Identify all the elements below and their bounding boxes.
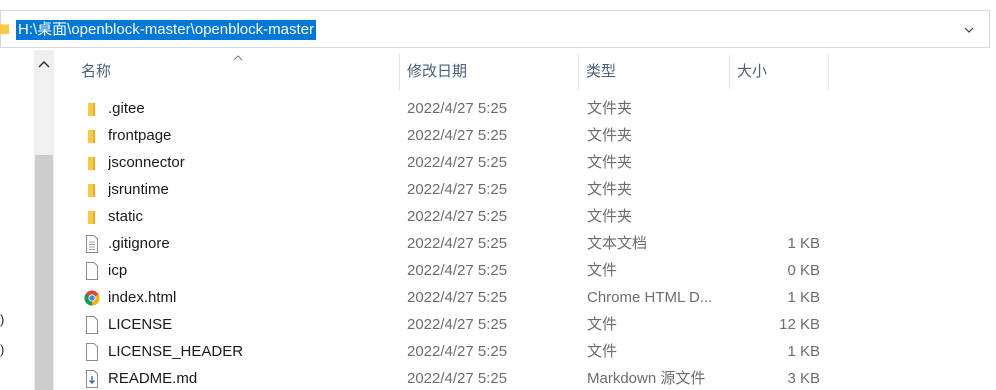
file-name: frontpage	[108, 127, 172, 144]
file-row[interactable]: index.html 2022/4/27 5:25 Chrome HTML D.…	[74, 284, 834, 311]
file-size: 1 KB	[787, 235, 820, 252]
file-size	[730, 122, 820, 149]
file-row[interactable]: icp 2022/4/27 5:25 文件 0 KB	[74, 257, 834, 284]
file-type: 文件	[587, 262, 618, 279]
file-row[interactable]: LICENSE_HEADER 2022/4/27 5:25 文件 1 KB	[74, 338, 834, 365]
file-name: .gitignore	[108, 235, 170, 252]
file-date: 2022/4/27 5:25	[407, 343, 508, 360]
file-name: static	[108, 208, 144, 225]
folder-icon	[0, 23, 9, 34]
file-row[interactable]: jsruntime 2022/4/27 5:25 文件夹	[74, 176, 834, 203]
chrome-icon	[84, 290, 100, 306]
file-size: 1 KB	[787, 289, 820, 306]
folder-icon	[88, 103, 95, 116]
file-row[interactable]: .gitignore 2022/4/27 5:25 文本文档 1 KB	[74, 230, 834, 257]
file-name: README.md	[108, 370, 198, 387]
file-date: 2022/4/27 5:25	[407, 181, 508, 198]
file-size: 0 KB	[787, 262, 820, 279]
file-row[interactable]: README.md 2022/4/27 5:25 Markdown 源文件 3 …	[74, 365, 834, 390]
file-type: 文本文档	[587, 235, 648, 252]
file-type: 文件	[587, 316, 618, 333]
file-date: 2022/4/27 5:25	[407, 127, 508, 144]
file-size	[730, 176, 820, 203]
file-row[interactable]: jsconnector 2022/4/27 5:25 文件夹	[74, 149, 834, 176]
folder-icon	[88, 211, 95, 224]
folder-icon	[88, 130, 95, 143]
file-row[interactable]: static 2022/4/27 5:25 文件夹	[74, 203, 834, 230]
column-date[interactable]: 修改日期	[400, 52, 578, 92]
file-name: index.html	[108, 289, 177, 306]
file-type: 文件	[587, 343, 618, 360]
file-size: 12 KB	[779, 316, 820, 333]
file-type: Chrome HTML D...	[587, 289, 713, 306]
folder-icon	[88, 157, 95, 170]
file-name: jsconnector	[108, 154, 185, 171]
scrollbar-thumb[interactable]	[35, 155, 53, 390]
file-row[interactable]: LICENSE 2022/4/27 5:25 文件 12 KB	[74, 311, 834, 338]
column-type[interactable]: 类型	[579, 52, 729, 92]
file-date: 2022/4/27 5:25	[407, 289, 508, 306]
file-type: 文件夹	[587, 100, 633, 117]
markdown-file-icon	[86, 370, 98, 388]
nav-item-truncated[interactable]: )	[0, 342, 4, 357]
file-icon	[86, 262, 98, 280]
file-date: 2022/4/27 5:25	[407, 262, 508, 279]
column-size[interactable]: 大小	[730, 52, 828, 92]
file-name: jsruntime	[108, 181, 169, 198]
file-name: icp	[108, 262, 128, 279]
file-row[interactable]: .gitee 2022/4/27 5:25 文件夹	[74, 95, 834, 122]
file-icon	[86, 343, 98, 361]
file-name: LICENSE_HEADER	[108, 343, 244, 360]
nav-scrollbar[interactable]	[34, 50, 54, 390]
file-date: 2022/4/27 5:25	[407, 100, 508, 117]
text-document-icon	[86, 235, 98, 253]
address-bar[interactable]: H:\桌面\openblock-master\openblock-master	[0, 10, 990, 48]
file-name: .gitee	[108, 100, 145, 117]
folder-icon	[88, 184, 95, 197]
file-row[interactable]: frontpage 2022/4/27 5:25 文件夹	[74, 122, 834, 149]
file-name: LICENSE	[108, 316, 173, 333]
file-list: .gitee 2022/4/27 5:25 文件夹 frontpage 2022…	[74, 95, 834, 390]
file-date: 2022/4/27 5:25	[407, 370, 508, 387]
file-date: 2022/4/27 5:25	[407, 154, 508, 171]
file-size	[730, 149, 820, 176]
file-type: 文件夹	[587, 154, 633, 171]
file-type: 文件夹	[587, 208, 633, 225]
file-type: 文件夹	[587, 127, 633, 144]
chevron-down-icon[interactable]	[959, 20, 979, 40]
column-header: 名称 修改日期 类型 大小	[74, 52, 834, 92]
file-date: 2022/4/27 5:25	[407, 316, 508, 333]
file-size	[730, 95, 820, 122]
file-type: Markdown 源文件	[587, 370, 706, 387]
file-size: 3 KB	[787, 370, 820, 387]
file-date: 2022/4/27 5:25	[407, 235, 508, 252]
file-size	[730, 203, 820, 230]
scroll-up-icon[interactable]	[34, 56, 54, 74]
file-type: 文件夹	[587, 181, 633, 198]
address-path[interactable]: H:\桌面\openblock-master\openblock-master	[16, 20, 316, 40]
file-date: 2022/4/27 5:25	[407, 208, 508, 225]
nav-item-truncated[interactable]: )	[0, 312, 4, 327]
column-divider[interactable]	[828, 54, 829, 90]
column-name[interactable]: 名称	[74, 52, 399, 92]
file-icon	[86, 316, 98, 334]
file-size: 1 KB	[787, 343, 820, 360]
